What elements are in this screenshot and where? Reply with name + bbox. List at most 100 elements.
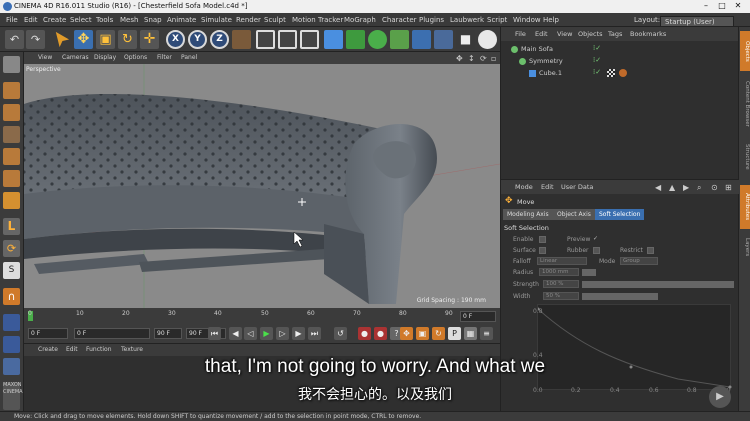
scale-tool-icon[interactable]: ▣ <box>96 30 115 49</box>
phong-tag-icon[interactable] <box>607 69 615 77</box>
material-menu-function[interactable]: Function <box>86 346 112 353</box>
strength-field[interactable]: 100 % <box>543 280 579 288</box>
menu-edit[interactable]: Edit <box>24 16 38 24</box>
attributes-menu-mode[interactable]: Mode <box>515 183 533 191</box>
visibility-check-icon[interactable]: ⁞✓ <box>593 56 601 64</box>
objects-menu-objects[interactable]: Objects <box>578 30 603 38</box>
timeline-ruler[interactable]: 0 10 20 30 40 50 60 70 80 90 0 F <box>24 308 500 324</box>
rotation-key-icon[interactable]: ↻ <box>432 327 445 340</box>
rubber-checkbox[interactable] <box>593 247 600 254</box>
points-mode-icon[interactable] <box>3 148 20 165</box>
material-menu-edit[interactable]: Edit <box>66 346 78 353</box>
objects-menu-file[interactable]: File <box>515 30 526 38</box>
objects-menu-bookmarks[interactable]: Bookmarks <box>630 30 666 38</box>
viewport-rotate-icon[interactable]: ↕ <box>468 54 475 63</box>
current-frame-field[interactable]: 0 F <box>74 328 150 339</box>
radius-slider[interactable] <box>582 269 596 276</box>
model-mode-icon[interactable] <box>3 82 20 99</box>
timeline-menu-icon[interactable]: ≡ <box>480 327 493 340</box>
nav-back-icon[interactable]: ◀ <box>655 183 661 192</box>
minimize-icon[interactable]: – <box>700 1 712 10</box>
pla-key-icon[interactable]: ▦ <box>464 327 477 340</box>
objects-menu-tags[interactable]: Tags <box>608 30 622 38</box>
viewport-menu-panel[interactable]: Panel <box>181 54 197 61</box>
cube-object-icon[interactable] <box>324 30 343 49</box>
coordinate-system-icon[interactable] <box>232 30 251 49</box>
material-menu-texture[interactable]: Texture <box>121 346 143 353</box>
perspective-viewport[interactable]: Perspective Grid Spacing : 190 mm <box>24 64 500 308</box>
falloff-dropdown[interactable]: Linear <box>537 257 587 265</box>
prev-frame-icon[interactable]: ◁ <box>244 327 257 340</box>
viewport-menu-filter[interactable]: Filter <box>157 54 172 61</box>
goto-end-icon[interactable]: ⏭ <box>308 327 321 340</box>
enable-checkbox[interactable] <box>539 236 546 243</box>
next-key-icon[interactable]: ▶ <box>292 327 305 340</box>
width-slider[interactable] <box>582 293 658 300</box>
make-editable-icon[interactable] <box>3 56 20 73</box>
menu-laubwerk[interactable]: Laubwerk <box>450 16 484 24</box>
loop-icon[interactable]: ↺ <box>334 327 347 340</box>
tab-modeling-axis[interactable]: Modeling Axis <box>503 209 553 220</box>
preview-checkbox[interactable]: ✓ <box>593 235 598 242</box>
viewport-menu-options[interactable]: Options <box>124 54 147 61</box>
tab-layers[interactable]: Layers <box>740 233 750 261</box>
texture-mode-icon[interactable] <box>3 104 20 121</box>
recent-tool-icon[interactable]: ✛ <box>140 30 159 49</box>
visibility-check-icon[interactable]: ⁞✓ <box>593 68 601 76</box>
lock-icon[interactable]: ⊙ <box>711 183 718 192</box>
viewport-menu-cameras[interactable]: Cameras <box>62 54 89 61</box>
new-manager-icon[interactable]: ⊞ <box>725 183 732 192</box>
planar-workplane-icon[interactable] <box>3 336 20 353</box>
menu-motion-tracker[interactable]: Motion Tracker <box>292 16 343 24</box>
z-axis-lock-button[interactable]: Z <box>210 30 229 49</box>
rotate-tool-icon[interactable]: ↻ <box>118 30 137 49</box>
array-icon[interactable] <box>390 30 409 49</box>
start-frame-field[interactable]: 0 F <box>28 328 68 339</box>
object-row-symmetry[interactable]: Symmetry ⁞✓ <box>501 56 739 67</box>
viewport-menu-view[interactable]: View <box>38 54 52 61</box>
deformer-icon[interactable] <box>412 30 431 49</box>
parameter-key-icon[interactable]: P <box>448 327 461 340</box>
magnet-icon[interactable]: ∩ <box>3 288 20 305</box>
close-icon[interactable]: ✕ <box>732 1 744 10</box>
search-icon[interactable]: ⌕ <box>697 183 701 193</box>
axis-mode-icon[interactable]: L <box>3 218 20 235</box>
prev-key-icon[interactable]: ◀ <box>229 327 242 340</box>
polygons-mode-icon[interactable] <box>3 192 20 209</box>
edges-mode-icon[interactable] <box>3 170 20 187</box>
subdivision-surface-icon[interactable] <box>368 30 387 49</box>
scale-key-icon[interactable]: ▣ <box>416 327 429 340</box>
menu-mesh[interactable]: Mesh <box>120 16 138 24</box>
objects-menu-view[interactable]: View <box>557 30 572 38</box>
menu-snap[interactable]: Snap <box>144 16 162 24</box>
tweak-mode-icon[interactable]: ⟳ <box>3 240 20 257</box>
layout-dropdown[interactable]: Startup (User) <box>660 16 734 27</box>
menu-character[interactable]: Character <box>382 16 417 24</box>
menu-help[interactable]: Help <box>543 16 559 24</box>
floor-icon[interactable] <box>434 30 453 49</box>
menu-script[interactable]: Script <box>487 16 507 24</box>
redo-icon[interactable]: ↷ <box>26 30 45 49</box>
menu-window[interactable]: Window <box>513 16 541 24</box>
maximize-icon[interactable]: □ <box>716 1 728 10</box>
light-bulb-icon[interactable] <box>478 30 497 49</box>
strength-slider[interactable] <box>582 281 734 288</box>
radius-field[interactable]: 1000 mm <box>539 268 579 276</box>
menu-mograph[interactable]: MoGraph <box>344 16 376 24</box>
mode-dropdown[interactable]: Group <box>620 257 658 265</box>
move-tool-icon[interactable]: ✥ <box>74 30 93 49</box>
tab-soft-selection[interactable]: Soft Selection <box>595 209 645 220</box>
autokey-icon[interactable]: ● <box>374 327 387 340</box>
render-settings-icon[interactable] <box>300 30 319 49</box>
nav-forward-icon[interactable]: ▶ <box>683 183 689 192</box>
x-axis-lock-button[interactable]: X <box>166 30 185 49</box>
timeline-frame-field[interactable]: 0 F <box>460 311 496 322</box>
width-field[interactable]: 50 % <box>543 292 579 300</box>
camera-icon[interactable]: ■ <box>456 30 475 49</box>
menu-render[interactable]: Render <box>236 16 261 24</box>
play-icon[interactable]: ▶ <box>260 327 273 340</box>
menu-animate[interactable]: Animate <box>167 16 196 24</box>
end-frame-field[interactable]: 90 F <box>154 328 182 339</box>
menu-tools[interactable]: Tools <box>96 16 113 24</box>
viewport-zoom-icon[interactable]: ⟳ <box>480 54 487 63</box>
